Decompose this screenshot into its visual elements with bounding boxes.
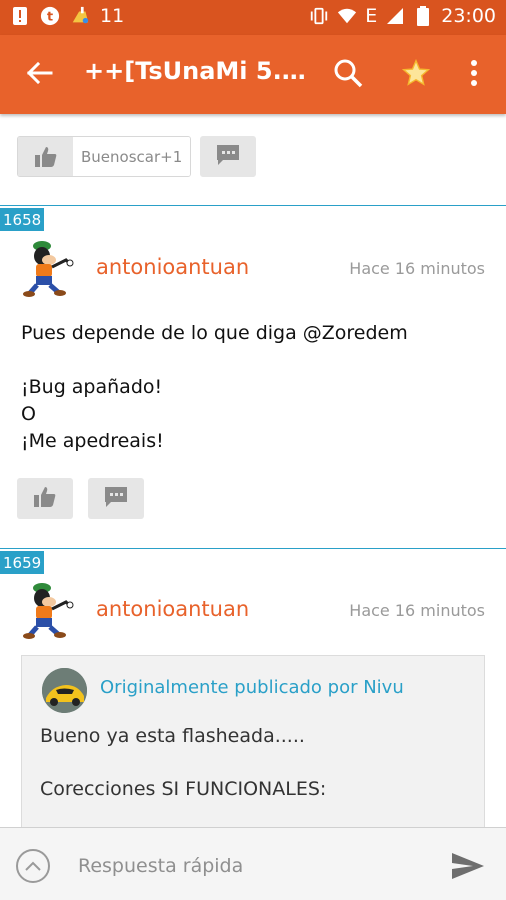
alert-icon	[10, 5, 30, 27]
svg-text:t: t	[47, 9, 53, 24]
thumbs-up-icon[interactable]	[18, 137, 73, 176]
battery-icon	[413, 5, 433, 27]
thumbs-up-icon	[33, 486, 57, 512]
like-button[interactable]	[17, 478, 73, 519]
more-vert-icon[interactable]	[460, 55, 488, 91]
status-bar: t 11 E 23:00	[0, 0, 506, 35]
post-number: 1659	[0, 551, 45, 574]
post-separator	[0, 205, 506, 206]
send-icon[interactable]	[448, 848, 488, 884]
quick-reply-input[interactable]	[78, 852, 408, 880]
signal-icon	[385, 5, 405, 27]
quote-block: Originalmente publicado por Nivu Bueno y…	[21, 655, 485, 835]
thread-title: ++[TsUnaMi 5.1...	[84, 57, 314, 85]
post-time: Hace 16 minutos	[349, 259, 485, 278]
post-line	[21, 347, 408, 374]
network-type-label: E	[365, 5, 378, 27]
wifi-icon	[337, 5, 357, 27]
post-time: Hace 16 minutos	[349, 601, 485, 620]
search-icon[interactable]	[330, 55, 366, 91]
post-line: O	[21, 403, 36, 425]
app-bar: ++[TsUnaMi 5.1...	[0, 35, 506, 114]
post-author[interactable]: antonioantuan	[96, 255, 249, 279]
post-separator	[0, 548, 506, 549]
star-icon[interactable]	[398, 55, 434, 91]
back-arrow-icon[interactable]	[22, 55, 58, 91]
like-group: Buenoscar+1	[17, 136, 192, 177]
reply-button[interactable]	[88, 478, 144, 519]
quick-reply-bar	[0, 827, 506, 900]
post-body: Pues depende de lo que diga @Zoredem ¡Bu…	[21, 320, 408, 455]
status-time: 23:00	[441, 5, 496, 27]
liked-by-label[interactable]: Buenoscar+1	[73, 137, 191, 176]
avatar[interactable]	[22, 236, 74, 298]
reply-button[interactable]	[200, 136, 256, 177]
quote-header[interactable]: Originalmente publicado por Nivu	[100, 677, 404, 698]
post-line: Pues depende de lo que diga @Zoredem	[21, 322, 408, 344]
notification-count: 11	[100, 5, 125, 27]
vibrate-icon	[309, 5, 329, 27]
t-app-icon: t	[40, 5, 60, 27]
post-author[interactable]: antonioantuan	[96, 597, 249, 621]
comment-icon	[216, 144, 240, 170]
post-number: 1658	[0, 208, 45, 231]
avatar[interactable]	[22, 578, 74, 640]
quote-avatar[interactable]	[42, 668, 87, 713]
quote-line: Corecciones SI FUNCIONALES:	[40, 778, 327, 800]
post-line: ¡Bug apañado!	[21, 376, 163, 398]
post-line: ¡Me apedreais!	[21, 430, 164, 452]
cleaner-icon	[70, 5, 90, 27]
comment-icon	[104, 486, 128, 512]
chevron-up-icon[interactable]	[16, 849, 50, 883]
quote-line: Bueno ya esta flasheada.....	[40, 725, 305, 747]
